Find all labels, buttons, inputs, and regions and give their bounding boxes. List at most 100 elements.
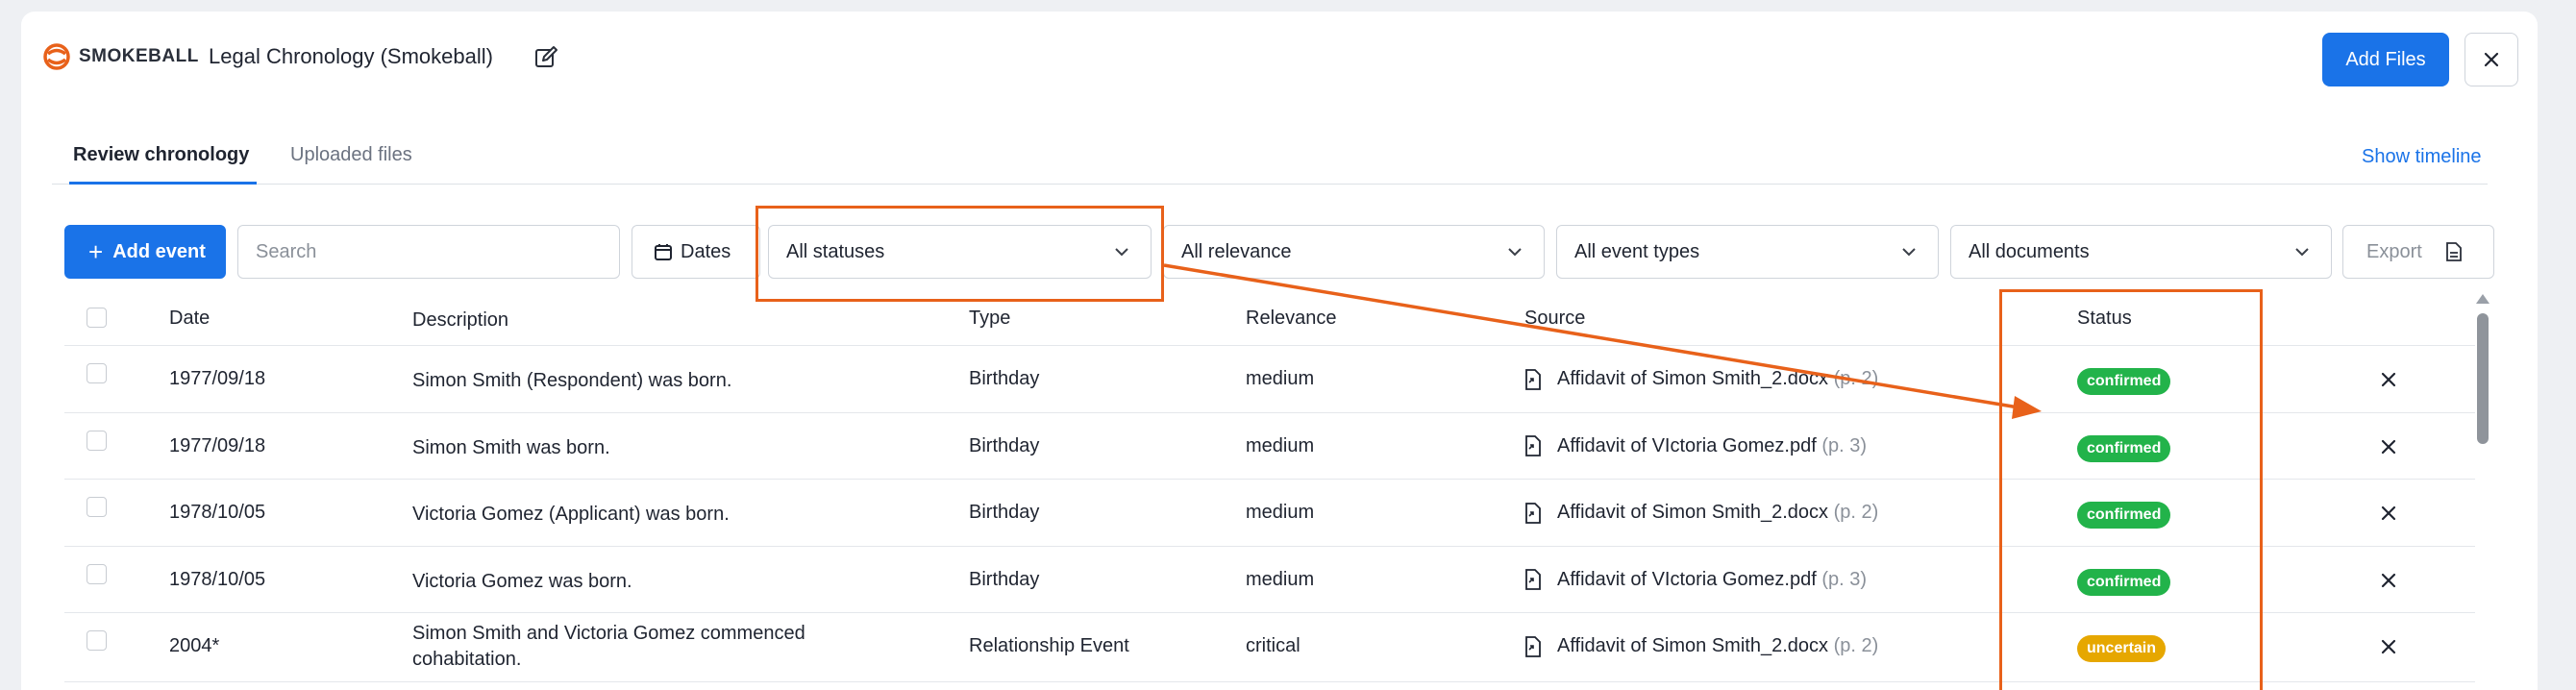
file-link-icon — [1525, 635, 1541, 657]
row-description: Victoria Gomez was born. — [412, 570, 632, 592]
row-checkbox[interactable] — [87, 363, 107, 383]
delete-row-icon[interactable] — [2377, 502, 2400, 525]
table-row[interactable]: 1978/10/05 Victoria Gomez (Applicant) wa… — [64, 480, 2475, 547]
row-date: 1978/10/05 — [169, 502, 266, 523]
table-row[interactable]: 1978/10/05 Victoria Gomez was born. Birt… — [64, 547, 2475, 613]
row-status: uncertain — [2077, 635, 2167, 662]
row-checkbox[interactable] — [87, 497, 107, 517]
row-date: 1977/09/18 — [169, 368, 266, 389]
source-page: (p. 2) — [1833, 635, 1879, 656]
row-date: 1978/10/05 — [169, 568, 266, 590]
scroll-up-arrow-icon[interactable] — [2476, 294, 2489, 304]
event-types-filter-select[interactable]: All event types — [1556, 225, 1939, 279]
brand-logo: SMOKEBALL — [42, 42, 199, 71]
status-badge: confirmed — [2077, 502, 2171, 529]
table-header: Date Description Type Relevance Source S… — [64, 294, 2475, 346]
source-file-name[interactable]: Affidavit of VIctoria Gomez.pdf — [1557, 435, 1817, 456]
status-badge: confirmed — [2077, 434, 2171, 462]
row-description: Victoria Gomez (Applicant) was born. — [412, 504, 730, 525]
tab-uploaded-files[interactable]: Uploaded files — [290, 144, 412, 185]
relevance-filter-value: All relevance — [1181, 240, 1292, 262]
row-relevance: critical — [1246, 635, 1300, 656]
row-type: Birthday — [969, 568, 1040, 590]
search-input[interactable]: Search — [237, 225, 620, 279]
select-all-checkbox[interactable] — [87, 308, 107, 328]
row-type: Relationship Event — [969, 635, 1129, 656]
source-page: (p. 3) — [1821, 568, 1868, 590]
row-status: confirmed — [2077, 434, 2171, 462]
chevron-down-icon — [1508, 248, 1522, 257]
plus-icon: + — [88, 237, 104, 266]
add-files-button[interactable]: Add Files — [2322, 33, 2449, 86]
row-date: 2004* — [169, 635, 220, 656]
row-relevance: medium — [1246, 568, 1315, 590]
row-checkbox[interactable] — [87, 563, 107, 584]
delete-row-icon[interactable] — [2377, 368, 2400, 391]
chevron-down-icon — [1902, 248, 1916, 257]
delete-row-icon[interactable] — [2377, 635, 2400, 658]
column-header-date[interactable]: Date — [169, 308, 210, 330]
source-file-name[interactable]: Affidavit of Simon Smith_2.docx — [1557, 635, 1828, 656]
column-header-status[interactable]: Status — [2077, 308, 2132, 330]
row-checkbox[interactable] — [87, 430, 107, 451]
tab-review-chronology[interactable]: Review chronology — [69, 144, 258, 185]
column-header-relevance[interactable]: Relevance — [1246, 308, 1337, 330]
row-source[interactable]: Affidavit of Simon Smith_2.docx (p. 2) — [1524, 368, 1878, 390]
table-row[interactable]: 2004* Simon Smith and Victoria Gomez com… — [64, 613, 2475, 682]
relevance-filter-select[interactable]: All relevance — [1163, 225, 1545, 279]
row-relevance: medium — [1246, 502, 1315, 523]
table-row[interactable]: 1977/09/18 Simon Smith was born. Birthda… — [64, 413, 2475, 480]
page-title: Legal Chronology (Smokeball) — [209, 44, 493, 68]
column-header-type[interactable]: Type — [969, 308, 1010, 330]
delete-row-icon[interactable] — [2377, 569, 2400, 592]
source-file-name[interactable]: Affidavit of Simon Smith_2.docx — [1557, 368, 1828, 389]
row-date: 1977/09/18 — [169, 434, 266, 456]
close-icon — [2484, 52, 2499, 67]
status-filter-select[interactable]: All statuses — [768, 225, 1152, 279]
row-description: Simon Smith and Victoria Gomez commenced… — [412, 623, 805, 670]
dates-label: Dates — [681, 240, 731, 262]
row-relevance: medium — [1246, 368, 1315, 389]
row-source[interactable]: Affidavit of VIctoria Gomez.pdf (p. 3) — [1524, 435, 1867, 457]
row-status: confirmed — [2077, 368, 2171, 395]
source-file-name[interactable]: Affidavit of Simon Smith_2.docx — [1557, 502, 1828, 523]
status-badge: confirmed — [2077, 368, 2171, 395]
file-link-icon — [1525, 368, 1541, 390]
vertical-scrollbar-thumb[interactable] — [2477, 313, 2489, 444]
row-source[interactable]: Affidavit of Simon Smith_2.docx (p. 2) — [1524, 502, 1878, 524]
calendar-icon — [655, 244, 672, 260]
row-status: confirmed — [2077, 568, 2171, 596]
row-type: Birthday — [969, 502, 1040, 523]
dates-button[interactable]: Dates — [632, 225, 760, 279]
chevron-down-icon — [1115, 248, 1128, 257]
add-event-label: Add event — [112, 240, 206, 262]
row-checkbox[interactable] — [87, 630, 107, 651]
source-page: (p. 2) — [1833, 368, 1879, 389]
status-badge: uncertain — [2077, 635, 2167, 662]
chevron-down-icon — [2295, 248, 2309, 257]
row-type: Birthday — [969, 368, 1040, 389]
row-status: confirmed — [2077, 502, 2171, 529]
chronology-table: Date Description Type Relevance Source S… — [64, 294, 2475, 682]
row-source[interactable]: Affidavit of Simon Smith_2.docx (p. 2) — [1524, 635, 1878, 657]
file-link-icon — [1525, 569, 1541, 590]
delete-row-icon[interactable] — [2377, 435, 2400, 458]
close-button[interactable] — [2465, 33, 2518, 86]
export-button[interactable]: Export — [2342, 225, 2494, 279]
row-relevance: medium — [1246, 434, 1315, 456]
documents-filter-select[interactable]: All documents — [1950, 225, 2332, 279]
show-timeline-link[interactable]: Show timeline — [2362, 146, 2482, 168]
edit-pencil-icon[interactable] — [533, 45, 558, 70]
event-types-filter-value: All event types — [1574, 240, 1700, 262]
column-header-description[interactable]: Description — [412, 308, 835, 333]
row-description: Simon Smith was born. — [412, 436, 610, 458]
source-file-name[interactable]: Affidavit of VIctoria Gomez.pdf — [1557, 569, 1817, 590]
documents-filter-value: All documents — [1969, 240, 2090, 262]
file-link-icon — [1525, 502, 1541, 524]
add-event-button[interactable]: + Add event — [64, 225, 226, 279]
table-row[interactable]: 1977/09/18 Simon Smith (Respondent) was … — [64, 346, 2475, 413]
status-filter-value: All statuses — [786, 240, 885, 262]
column-header-source[interactable]: Source — [1524, 308, 1585, 330]
export-label: Export — [2366, 240, 2422, 262]
row-source[interactable]: Affidavit of VIctoria Gomez.pdf (p. 3) — [1524, 569, 1867, 591]
